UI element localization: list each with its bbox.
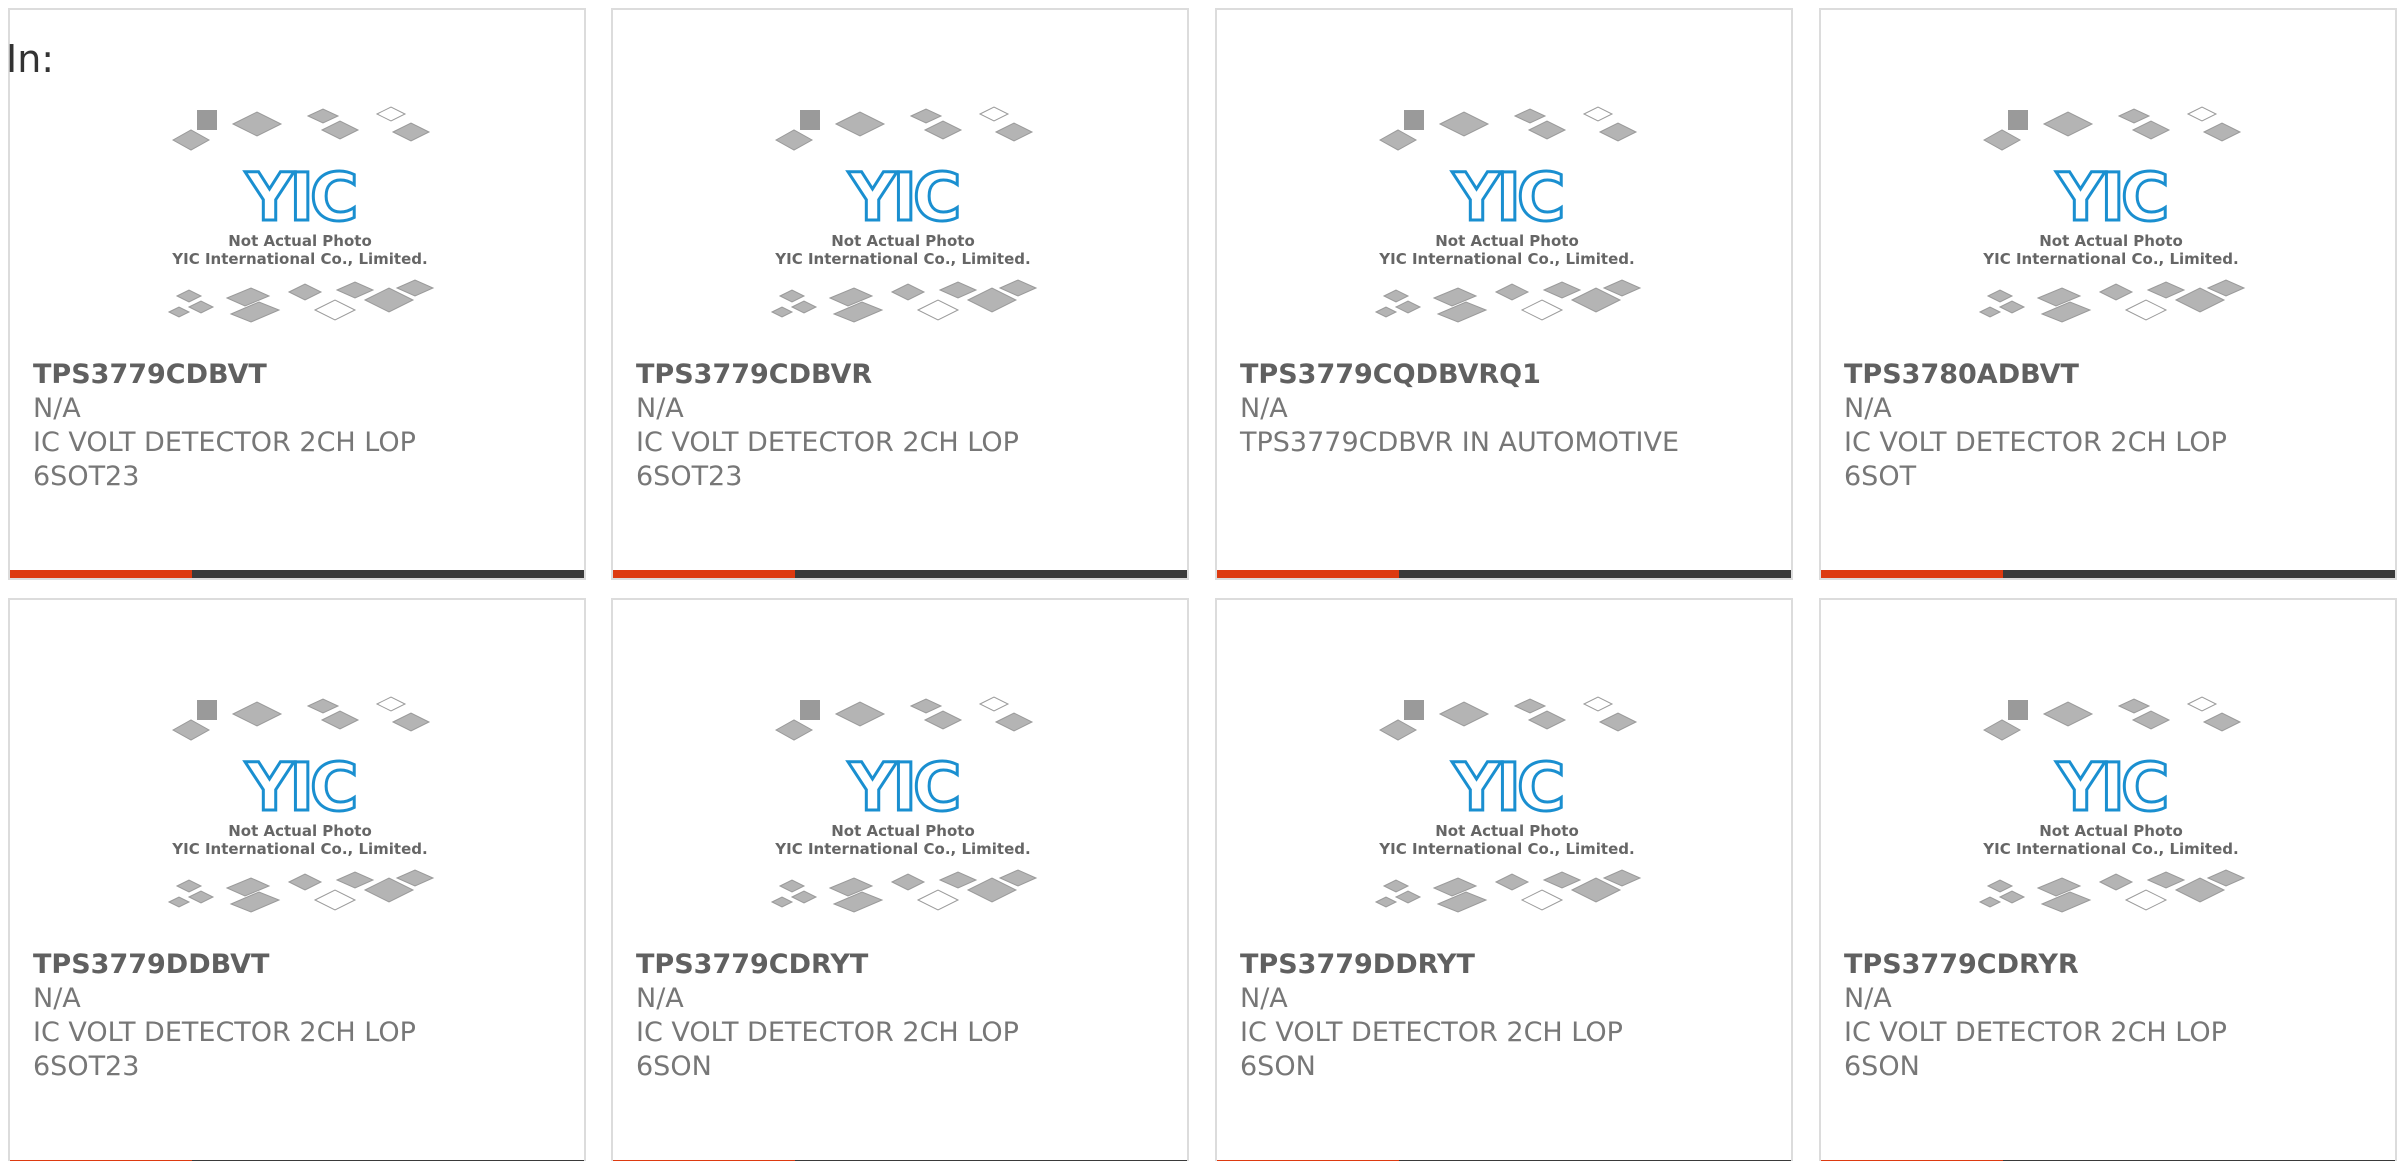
card-bottom-bar (1217, 570, 1791, 578)
svg-text:YIC International Co., Limited: YIC International Co., Limited. (1982, 250, 2238, 268)
product-info: TPS3779CDRYR N/A IC VOLT DETECTOR 2CH LOP 6… (1844, 948, 2364, 1084)
product-placeholder-image[interactable]: YIC Not Actual Photo YIC International Co.… (165, 692, 435, 938)
svg-text:YIC International Co., Limited: YIC International Co., Limited. (774, 840, 1030, 858)
yic-placeholder-graphic: YICNot Actual PhotoYIC International Co.… (770, 106, 1038, 323)
product-info: TPS3779CDBVT N/A IC VOLT DETECTOR 2CH LOP 6… (33, 358, 553, 494)
svg-text:Not Actual Photo: Not Actual Photo (2039, 232, 2183, 250)
yic-placeholder-graphic: YICNot Actual PhotoYIC International Co.… (167, 696, 435, 913)
product-placeholder-image[interactable]: YIC Not Actual Photo YIC International Co.… (768, 692, 1038, 938)
description-line-1: IC VOLT DETECTOR 2CH LOP (1844, 1017, 2227, 1048)
card-bottom-bar-accent (10, 570, 192, 578)
description-line-1: IC VOLT DETECTOR 2CH LOP (33, 427, 416, 458)
product-card[interactable]: YIC Not Actual Photo YIC International Co.… (1215, 598, 1793, 1161)
product-placeholder-image[interactable]: YIC Not Actual Photo YIC International Co.… (1976, 692, 2246, 938)
yic-placeholder-graphic: YICNot Actual PhotoYIC International Co.… (1374, 106, 1642, 323)
svg-text:Not Actual Photo: Not Actual Photo (2039, 822, 2183, 840)
product-placeholder-image[interactable]: YIC Not Actual Photo YIC International Co.… (165, 102, 435, 348)
manufacturer: N/A (636, 393, 684, 424)
card-bottom-bar (1821, 570, 2395, 578)
svg-text:YIC: YIC (848, 749, 958, 826)
svg-text:Not Actual Photo: Not Actual Photo (831, 822, 975, 840)
description-line-2: 6SOT (1844, 461, 1917, 492)
manufacturer: N/A (1240, 983, 1288, 1014)
description-line-2: 6SOT23 (33, 1051, 140, 1082)
product-card[interactable]: YIC Not Actual Photo YIC International Co.… (1819, 598, 2397, 1161)
svg-text:YIC International Co., Limited: YIC International Co., Limited. (1378, 840, 1634, 858)
svg-text:YIC International Co., Limited: YIC International Co., Limited. (774, 250, 1030, 268)
yic-placeholder-graphic: YICNot Actual PhotoYIC International Co.… (1978, 696, 2246, 913)
part-number-link[interactable]: TPS3779CDRYR (1844, 948, 2364, 982)
product-card[interactable]: YIC Not Actual Photo YIC International Co.… (1215, 8, 1793, 580)
product-card[interactable]: YIC Not Actual Photo YIC International Co.… (611, 598, 1189, 1161)
product-info: TPS3780ADBVT N/A IC VOLT DETECTOR 2CH LOP 6… (1844, 358, 2364, 494)
product-placeholder-image[interactable]: YIC Not Actual Photo YIC International Co.… (768, 102, 1038, 348)
product-placeholder-image[interactable]: YIC Not Actual Photo YIC International Co.… (1372, 102, 1642, 348)
product-card[interactable]: YIC Not Actual Photo YIC International Co.… (8, 8, 586, 580)
card-bottom-bar-accent (1821, 570, 2003, 578)
description-line-1: IC VOLT DETECTOR 2CH LOP (636, 1017, 1019, 1048)
product-info: TPS3779DDRYT N/A IC VOLT DETECTOR 2CH LOP 6… (1240, 948, 1760, 1084)
card-bottom-bar-accent (1217, 570, 1399, 578)
description-line-1: IC VOLT DETECTOR 2CH LOP (1844, 427, 2227, 458)
yic-placeholder-graphic: YICNot Actual PhotoYIC International Co.… (770, 696, 1038, 913)
svg-text:YIC: YIC (1452, 749, 1562, 826)
part-number-link[interactable]: TPS3779DDBVT (33, 948, 553, 982)
product-info: TPS3779CQDBVRQ1 N/A TPS3779CDBVR IN AUTOMO… (1240, 358, 1760, 460)
manufacturer: N/A (1240, 393, 1288, 424)
part-number-link[interactable]: TPS3779DDRYT (1240, 948, 1760, 982)
part-number-link[interactable]: TPS3779CDBVT (33, 358, 553, 392)
manufacturer: N/A (1844, 393, 1892, 424)
product-info: TPS3779CDRYT N/A IC VOLT DETECTOR 2CH LOP 6… (636, 948, 1156, 1084)
svg-text:Not Actual Photo: Not Actual Photo (1435, 232, 1579, 250)
card-bottom-bar (10, 570, 584, 578)
card-bottom-bar (613, 570, 1187, 578)
product-card[interactable]: YIC Not Actual Photo YIC International Co.… (611, 8, 1189, 580)
svg-text:YIC International Co., Limited: YIC International Co., Limited. (171, 840, 427, 858)
part-number-link[interactable]: TPS3779CDRYT (636, 948, 1156, 982)
svg-text:YIC International Co., Limited: YIC International Co., Limited. (171, 250, 427, 268)
svg-text:Not Actual Photo: Not Actual Photo (1435, 822, 1579, 840)
svg-text:YIC: YIC (848, 159, 958, 236)
product-placeholder-image[interactable]: YIC Not Actual Photo YIC International Co.… (1372, 692, 1642, 938)
product-grid-page: In: YIC Not Actual Photo YIC International… (0, 0, 2400, 1161)
product-card[interactable]: YIC Not Actual Photo YIC International Co.… (8, 598, 586, 1161)
product-placeholder-image[interactable]: YIC Not Actual Photo YIC International Co.… (1976, 102, 2246, 348)
yic-placeholder-graphic: YICNot Actual PhotoYIC International Co.… (1374, 696, 1642, 913)
part-number-link[interactable]: TPS3779CDBVR (636, 358, 1156, 392)
yic-placeholder-graphic: YICNot Actual PhotoYIC International Co.… (167, 106, 435, 323)
description-line-1: IC VOLT DETECTOR 2CH LOP (33, 1017, 416, 1048)
product-card[interactable]: YIC Not Actual Photo YIC International Co.… (1819, 8, 2397, 580)
part-number-link[interactable]: TPS3780ADBVT (1844, 358, 2364, 392)
svg-text:YIC: YIC (245, 159, 355, 236)
product-info: TPS3779CDBVR N/A IC VOLT DETECTOR 2CH LOP 6… (636, 358, 1156, 494)
description-line-1: IC VOLT DETECTOR 2CH LOP (1240, 1017, 1623, 1048)
manufacturer: N/A (1844, 983, 1892, 1014)
description-line-2: 6SON (636, 1051, 712, 1082)
svg-text:YIC: YIC (1452, 159, 1562, 236)
yic-placeholder-graphic: YICNot Actual PhotoYIC International Co.… (1978, 106, 2246, 323)
description-line-2: 6SON (1844, 1051, 1920, 1082)
filter-in-label: In: (6, 37, 55, 81)
svg-text:Not Actual Photo: Not Actual Photo (228, 232, 372, 250)
svg-text:Not Actual Photo: Not Actual Photo (228, 822, 372, 840)
svg-text:YIC International Co., Limited: YIC International Co., Limited. (1982, 840, 2238, 858)
svg-text:Not Actual Photo: Not Actual Photo (831, 232, 975, 250)
svg-text:YIC International Co., Limited: YIC International Co., Limited. (1378, 250, 1634, 268)
product-info: TPS3779DDBVT N/A IC VOLT DETECTOR 2CH LOP 6… (33, 948, 553, 1084)
manufacturer: N/A (636, 983, 684, 1014)
manufacturer: N/A (33, 393, 81, 424)
svg-text:YIC: YIC (245, 749, 355, 826)
description-line-2: 6SOT23 (33, 461, 140, 492)
svg-text:YIC: YIC (2056, 749, 2166, 826)
card-bottom-bar-accent (613, 570, 795, 578)
description-line-1: TPS3779CDBVR IN AUTOMOTIVE (1240, 427, 1680, 458)
svg-text:YIC: YIC (2056, 159, 2166, 236)
part-number-link[interactable]: TPS3779CQDBVRQ1 (1240, 358, 1760, 392)
description-line-2: 6SON (1240, 1051, 1316, 1082)
description-line-2: 6SOT23 (636, 461, 743, 492)
description-line-1: IC VOLT DETECTOR 2CH LOP (636, 427, 1019, 458)
manufacturer: N/A (33, 983, 81, 1014)
